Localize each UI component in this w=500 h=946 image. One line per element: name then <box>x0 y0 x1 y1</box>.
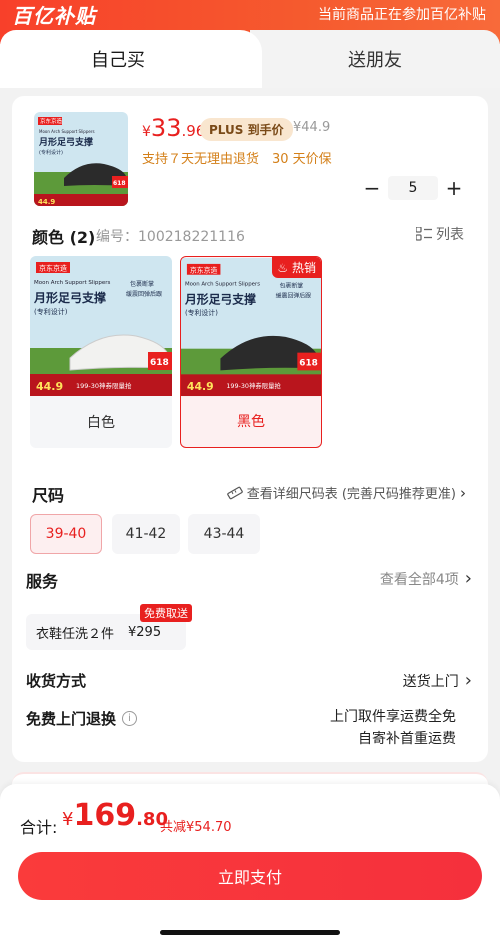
total-currency: ¥ <box>62 809 74 830</box>
thumb-price: 44.9 <box>38 198 55 206</box>
variant-618: 618 <box>150 358 169 368</box>
variant-side1: 包裹断掌 <box>130 280 154 288</box>
sale-price: ¥ 33 .96 <box>142 114 205 142</box>
size-option-39-40[interactable]: 39-40 <box>30 514 102 554</box>
quantity-stepper: − 5 + <box>360 176 466 200</box>
increase-quantity-button[interactable]: + <box>442 176 466 200</box>
variant-brand: 京东京造 <box>190 265 218 274</box>
service-view-all-label: 查看全部4项 <box>379 571 459 588</box>
laundry-service-price: ¥295 <box>128 624 162 640</box>
list-icon <box>416 227 432 241</box>
hot-sale-tag: ♨ 热销 <box>272 257 321 278</box>
color-section-title: 颜色 (2) <box>32 228 96 247</box>
variant-side1: 包裹断掌 <box>280 282 304 290</box>
ruler-icon <box>226 486 243 499</box>
size-section-title: 尺码 <box>32 486 65 505</box>
delivery-method-value: 送货上门 <box>402 673 459 690</box>
return-self-send-text: 自寄补首重运费 <box>358 731 456 747</box>
total-label: 合计: <box>20 818 58 837</box>
variant-brand: 京东京造 <box>39 264 67 273</box>
variant-en: Moon Arch Support Slippers <box>185 282 260 288</box>
chevron-right-icon: › <box>464 670 472 691</box>
product-thumbnail[interactable]: 京东京造 Moon Arch Support Slippers 月形足弓支撑 (… <box>34 112 128 206</box>
order-card: 京东京造 Moon Arch Support Slippers 月形足弓支撑 (… <box>12 96 488 762</box>
total-price: ¥ 169 .80 <box>62 798 168 833</box>
black-slipper-image: 京东京造 Moon Arch Support Slippers 月形足弓支撑 (… <box>181 257 321 397</box>
size-chart-label: 查看详细尺码表 (完善尺码推荐更准) <box>246 487 456 502</box>
list-view-toggle[interactable]: 列表 <box>416 224 464 244</box>
list-view-label: 列表 <box>436 227 464 243</box>
color-option-white[interactable]: 京东京造 Moon Arch Support Slippers 月形足弓支撑 (… <box>30 256 172 448</box>
variant-title: 月形足弓支撑 <box>33 290 106 305</box>
checkout-bar: 合计: ¥ 169 .80 共减¥54.70 立即支付 <box>0 784 500 946</box>
variant-promo: 199-30神券限量抢 <box>226 381 281 390</box>
variant-side2: 缓震回弹后跟 <box>126 290 162 298</box>
thumb-en: Moon Arch Support Slippers <box>39 129 95 134</box>
sale-price-integer: 33 <box>150 114 182 142</box>
variant-price: 44.9 <box>36 380 63 393</box>
color-option-white-label: 白色 <box>87 415 115 431</box>
thumb-618: 618 <box>113 180 126 187</box>
subsidy-notice: 当前商品正在参加百亿补贴 <box>318 7 486 23</box>
decrease-quantity-button[interactable]: − <box>360 176 384 200</box>
variant-promo: 199-30神券限量抢 <box>76 381 132 390</box>
home-indicator[interactable] <box>160 930 340 935</box>
info-icon[interactable]: i <box>122 711 138 726</box>
thumb-brand: 京东京造 <box>40 117 63 125</box>
size-option-43-44[interactable]: 43-44 <box>188 514 260 554</box>
total-integer: 169 <box>73 798 137 833</box>
pay-now-button[interactable]: 立即支付 <box>18 852 482 900</box>
variant-sub: (专利设计) <box>34 307 68 316</box>
return-policy-text: 支持７天无理由退货 30 天价保 <box>142 152 332 167</box>
laundry-service-name: 衣鞋任洗２件 <box>36 626 115 642</box>
sale-price-currency: ¥ <box>142 124 151 140</box>
size-chart-link[interactable]: 查看详细尺码表 (完善尺码推荐更准) › <box>226 483 466 502</box>
chevron-right-icon: › <box>460 483 466 502</box>
variant-side2: 缓震回弹后跟 <box>276 291 312 299</box>
chevron-right-icon: › <box>464 568 472 589</box>
thumb-title: 月形足弓支撑 <box>38 136 93 148</box>
total-discount: 共减¥54.70 <box>160 820 232 835</box>
plus-price-badge: PLUS 到手价 <box>200 118 293 141</box>
free-pickup-tag: 免费取送 <box>140 604 192 622</box>
service-view-all-link[interactable]: 查看全部4项 › <box>380 568 472 589</box>
variant-title: 月形足弓支撑 <box>184 292 256 306</box>
return-pickup-text: 上门取件享运费全免 <box>330 709 456 725</box>
quantity-value[interactable]: 5 <box>388 176 438 200</box>
free-return-details: 上门取件享运费全免 自寄补首重运费 <box>330 706 456 750</box>
size-option-41-42[interactable]: 41-42 <box>112 514 180 554</box>
tab-self[interactable]: 自己买 <box>0 30 262 88</box>
subsidy-logo: 百亿补贴 <box>12 4 96 28</box>
variant-sub: (专利设计) <box>185 308 218 317</box>
color-option-black-label: 黑色 <box>237 414 265 430</box>
variant-en: Moon Arch Support Slippers <box>34 280 111 286</box>
white-slipper-image: 京东京造 Moon Arch Support Slippers 月形足弓支撑 (… <box>30 256 172 396</box>
free-return-title: 免费上门退换 i <box>26 708 138 729</box>
delivery-method-title: 收货方式 <box>26 672 87 690</box>
variant-618: 618 <box>299 358 318 368</box>
service-section-title: 服务 <box>26 572 59 591</box>
tab-gift[interactable]: 送朋友 <box>250 30 500 88</box>
delivery-method-selector[interactable]: 送货上门 › <box>403 670 472 691</box>
thumb-sub: (专利设计) <box>39 149 63 156</box>
product-code: 编号：100218221116 <box>96 229 245 245</box>
hot-sale-label: 热销 <box>291 261 316 275</box>
variant-price: 44.9 <box>187 380 214 393</box>
free-return-label: 免费上门退换 <box>26 710 117 728</box>
original-price: ¥44.9 <box>293 120 331 135</box>
purchase-tabs: 送朋友 自己买 <box>0 30 500 88</box>
color-option-black[interactable]: ♨ 热销 京东京造 Moon Arch Support Slippers 月形足… <box>180 256 322 448</box>
